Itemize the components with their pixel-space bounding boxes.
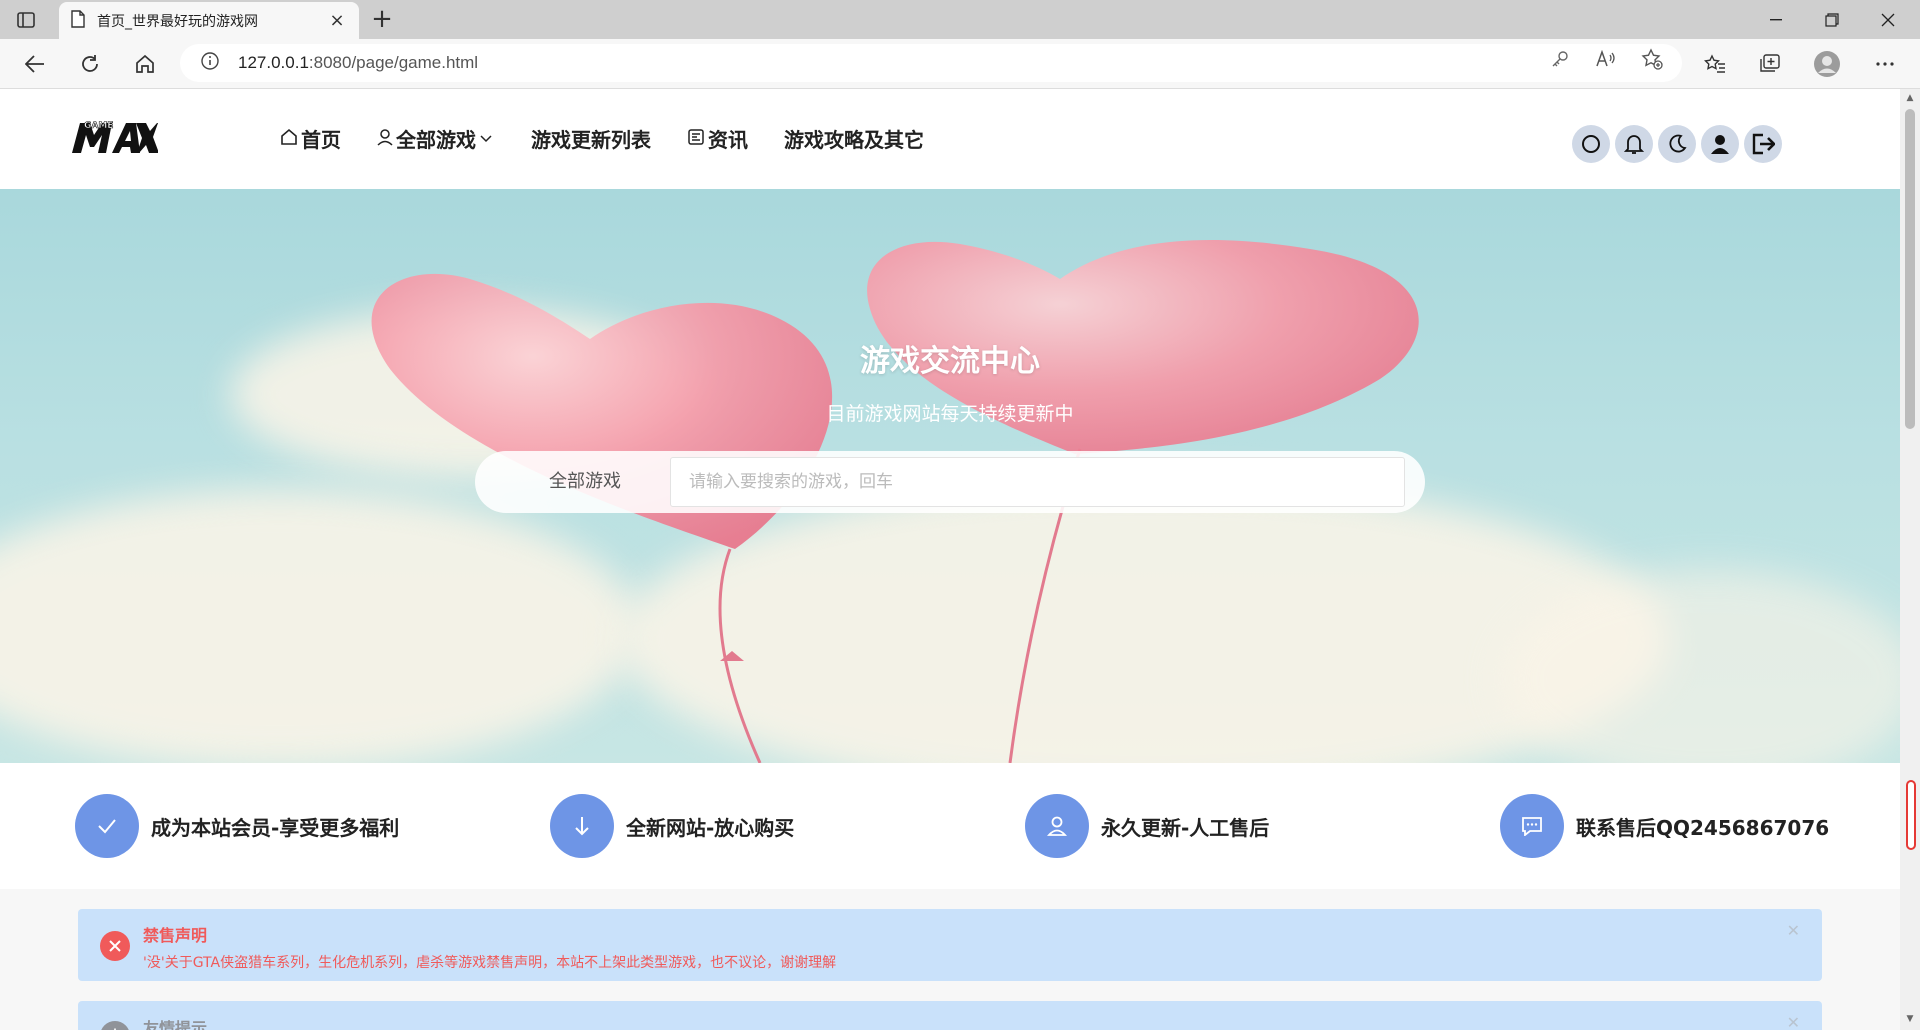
add-favorite-icon[interactable] bbox=[1640, 47, 1664, 71]
browser-tab-strip: 首页_世界最好玩的游戏网 × + bbox=[0, 0, 1920, 39]
tab-close-icon[interactable]: × bbox=[327, 10, 347, 31]
profile-avatar[interactable] bbox=[1812, 49, 1842, 79]
feature-strip: 成为本站会员-享受更多福利 全新网站-放心购买 永久更新-人工售后 联系售后QQ… bbox=[0, 763, 1900, 889]
nav-all-games[interactable]: 全部游戏 bbox=[377, 124, 495, 153]
more-menu-icon[interactable] bbox=[1870, 49, 1900, 79]
bell-icon[interactable] bbox=[1615, 125, 1653, 163]
nav-guides-label: 游戏攻略及其它 bbox=[784, 128, 924, 152]
search-input[interactable] bbox=[670, 457, 1405, 507]
chevron-down-icon bbox=[480, 132, 495, 146]
alert-title: 禁售声明 bbox=[143, 926, 208, 945]
site-header: GAME 首页 全部游戏 游戏更新列表 资讯 游戏攻略及其它 bbox=[0, 89, 1900, 189]
home-browser-icon[interactable] bbox=[130, 49, 160, 79]
new-tab-button[interactable]: + bbox=[368, 6, 396, 34]
url-text[interactable]: 127.0.0.1:8080/page/game.html bbox=[238, 53, 478, 73]
nav-all-games-label: 全部游戏 bbox=[396, 128, 476, 152]
reload-icon[interactable] bbox=[75, 49, 105, 79]
page-scrollbar[interactable]: ▲ ▼ bbox=[1900, 89, 1920, 1030]
page-viewport: GAME 首页 全部游戏 游戏更新列表 资讯 游戏攻略及其它 游戏交流中心 目前… bbox=[0, 89, 1900, 1030]
check-icon bbox=[75, 794, 139, 858]
feature-text: 联系售后QQ2456867076 bbox=[1576, 815, 1830, 840]
address-bar[interactable]: 127.0.0.1:8080/page/game.html bbox=[180, 44, 1682, 82]
alert-description: '没'关于GTA侠盗猎车系列，生化危机系列，虐杀等游戏禁售声明，本站不上架此类型… bbox=[143, 955, 837, 971]
info-circle-icon: i bbox=[100, 1021, 130, 1030]
nav-home[interactable]: 首页 bbox=[280, 124, 341, 153]
tab-title: 首页_世界最好玩的游戏网 bbox=[97, 13, 258, 30]
minimize-icon[interactable] bbox=[1748, 0, 1804, 39]
search-category-select[interactable]: 全部游戏 bbox=[515, 451, 655, 513]
favorites-icon[interactable] bbox=[1700, 49, 1730, 79]
nav-news[interactable]: 资讯 bbox=[687, 124, 748, 153]
site-info-icon[interactable] bbox=[200, 51, 220, 75]
browser-toolbar: 127.0.0.1:8080/page/game.html bbox=[0, 39, 1920, 89]
search-icon[interactable] bbox=[1572, 125, 1610, 163]
feature-item: 成为本站会员-享受更多福利 bbox=[75, 794, 399, 858]
nav-update-list[interactable]: 游戏更新列表 bbox=[531, 124, 651, 153]
main-nav: 首页 全部游戏 游戏更新列表 资讯 游戏攻略及其它 bbox=[280, 124, 960, 153]
user-icon bbox=[377, 127, 396, 151]
nav-news-label: 资讯 bbox=[708, 128, 748, 152]
feature-item: 全新网站-放心购买 bbox=[550, 794, 794, 858]
scroll-thumb[interactable] bbox=[1905, 109, 1915, 429]
chat-icon bbox=[1500, 794, 1564, 858]
scroll-up-icon[interactable]: ▲ bbox=[1904, 93, 1916, 105]
nav-update-list-label: 游戏更新列表 bbox=[531, 128, 651, 152]
nav-home-label: 首页 bbox=[301, 128, 341, 152]
feature-text: 永久更新-人工售后 bbox=[1101, 815, 1270, 840]
read-aloud-icon[interactable] bbox=[1594, 47, 1618, 71]
news-icon bbox=[687, 127, 708, 151]
nav-guides[interactable]: 游戏攻略及其它 bbox=[784, 124, 924, 153]
feature-item: 联系售后QQ2456867076 bbox=[1500, 794, 1829, 858]
window-close-icon[interactable] bbox=[1860, 0, 1916, 39]
key-icon[interactable] bbox=[1548, 47, 1572, 71]
home-icon bbox=[280, 127, 301, 151]
back-icon[interactable] bbox=[20, 49, 50, 79]
header-actions bbox=[1572, 125, 1787, 163]
tab-actions-icon[interactable] bbox=[14, 8, 38, 32]
collections-icon[interactable] bbox=[1755, 49, 1785, 79]
browser-tab-active[interactable]: 首页_世界最好玩的游戏网 × bbox=[59, 2, 359, 39]
feature-item: 永久更新-人工售后 bbox=[1025, 794, 1269, 858]
feature-text: 全新网站-放心购买 bbox=[626, 815, 795, 840]
hero-subtitle: 目前游戏网站每天持续更新中 bbox=[826, 403, 1074, 425]
account-icon[interactable] bbox=[1701, 125, 1739, 163]
hero-search-bar: 全部游戏 bbox=[475, 451, 1425, 513]
arrow-down-icon bbox=[550, 794, 614, 858]
feature-text: 成为本站会员-享受更多福利 bbox=[151, 815, 400, 840]
logout-icon[interactable] bbox=[1744, 125, 1782, 163]
scroll-down-icon[interactable]: ▼ bbox=[1904, 1014, 1916, 1026]
alert-friendly-tip: i 友情提示 ✕ bbox=[78, 1001, 1822, 1030]
hero-banner: 游戏交流中心 目前游戏网站每天持续更新中 全部游戏 bbox=[0, 189, 1900, 763]
hero-title: 游戏交流中心 bbox=[860, 344, 1040, 379]
moon-icon[interactable] bbox=[1658, 125, 1696, 163]
alert-banned-notice: 禁售声明 '没'关于GTA侠盗猎车系列，生化危机系列，虐杀等游戏禁售声明，本站不… bbox=[78, 909, 1822, 981]
side-floating-widget[interactable] bbox=[1906, 780, 1916, 850]
site-logo[interactable]: GAME bbox=[70, 117, 159, 157]
restore-icon[interactable] bbox=[1804, 0, 1860, 39]
error-circle-icon bbox=[100, 931, 130, 961]
svg-text:GAME: GAME bbox=[84, 121, 113, 131]
alert-close-icon[interactable]: ✕ bbox=[1787, 1013, 1800, 1030]
alert-close-icon[interactable]: ✕ bbox=[1787, 921, 1800, 940]
alert-title: 友情提示 bbox=[143, 1019, 208, 1030]
person-icon bbox=[1025, 794, 1089, 858]
page-document-icon bbox=[71, 9, 85, 32]
